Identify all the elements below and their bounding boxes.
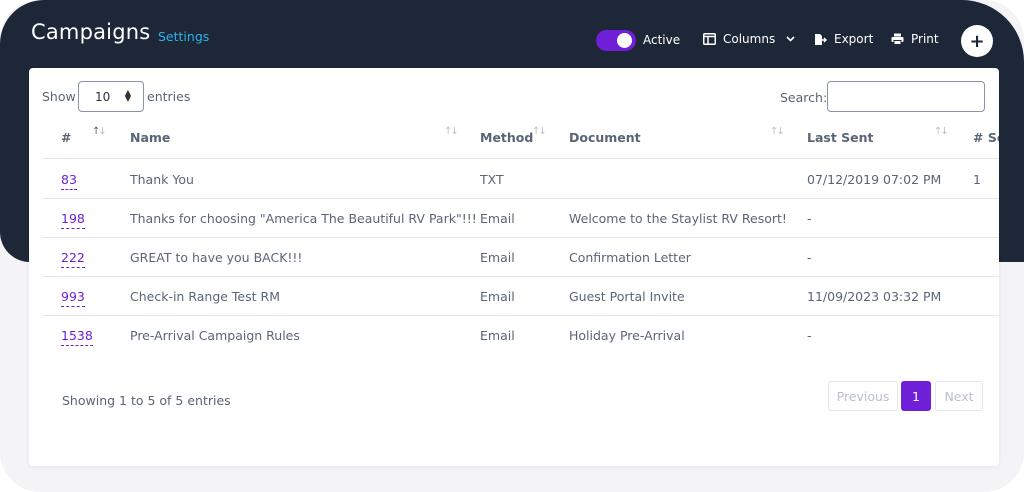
show-label: Show xyxy=(42,89,76,104)
campaign-last-sent: - xyxy=(807,250,812,265)
columns-label: Columns xyxy=(723,32,776,46)
campaign-method: Email xyxy=(480,289,515,304)
add-campaign-button[interactable]: + xyxy=(961,25,993,57)
print-button[interactable]: Print xyxy=(891,32,939,46)
columns-icon xyxy=(703,33,716,45)
active-toggle[interactable] xyxy=(596,30,636,51)
campaign-id-link[interactable]: 993 xyxy=(61,289,85,307)
column-header-name[interactable]: Name xyxy=(130,130,170,145)
page-1-button[interactable]: 1 xyxy=(901,381,931,411)
campaign-name: GREAT to have you BACK!!! xyxy=(130,250,303,265)
campaign-method: TXT xyxy=(480,172,504,187)
campaign-id-link[interactable]: 198 xyxy=(61,211,85,229)
table-row: 993 Check-in Range Test RM Email Guest P… xyxy=(42,277,999,316)
column-header-method[interactable]: Method xyxy=(480,130,533,145)
campaign-last-sent: - xyxy=(807,211,812,226)
campaign-last-sent: - xyxy=(807,328,812,343)
page-size-select[interactable]: 10 ▲ ▼ xyxy=(78,81,144,112)
columns-button[interactable]: Columns xyxy=(703,32,795,46)
campaign-method: Email xyxy=(480,328,515,343)
settings-link[interactable]: Settings xyxy=(158,29,209,44)
campaigns-card: Show 10 ▲ ▼ entries Search: # ↑↓ Name ↑↓ … xyxy=(29,68,999,466)
campaign-name: Thanks for choosing "America The Beautif… xyxy=(130,211,477,226)
campaign-document: Confirmation Letter xyxy=(569,250,691,265)
campaign-document: Guest Portal Invite xyxy=(569,289,685,304)
campaign-document: Welcome to the Staylist RV Resort! xyxy=(569,211,787,226)
campaign-document: Holiday Pre-Arrival xyxy=(569,328,685,343)
chevron-down-icon xyxy=(786,36,795,42)
sort-icon[interactable]: ↑↓ xyxy=(92,126,107,137)
sort-icon[interactable]: ↑↓ xyxy=(770,126,785,137)
column-header-id[interactable]: # xyxy=(61,130,71,145)
print-label: Print xyxy=(911,32,939,46)
previous-page-button[interactable]: Previous xyxy=(828,381,898,411)
campaign-method: Email xyxy=(480,211,515,226)
campaign-name: Pre-Arrival Campaign Rules xyxy=(130,328,300,343)
table-row: 1538 Pre-Arrival Campaign Rules Email Ho… xyxy=(42,316,999,355)
search-label: Search: xyxy=(780,90,828,105)
toggle-knob xyxy=(617,33,632,48)
sort-icon[interactable]: ↑↓ xyxy=(444,126,459,137)
campaign-sent-count: 1 xyxy=(973,172,981,187)
page-size-value: 10 xyxy=(95,89,111,104)
campaign-last-sent: 11/09/2023 03:32 PM xyxy=(807,289,942,304)
column-header-last-sent[interactable]: Last Sent xyxy=(807,130,874,145)
select-caret-icon: ▲ ▼ xyxy=(124,88,131,103)
entries-label: entries xyxy=(147,89,191,104)
export-label: Export xyxy=(834,32,874,46)
next-page-button[interactable]: Next xyxy=(935,381,983,411)
active-toggle-label: Active xyxy=(643,33,681,47)
sort-icon[interactable]: ↑↓ xyxy=(532,126,547,137)
table-info: Showing 1 to 5 of 5 entries xyxy=(62,393,231,408)
page-title: Campaigns xyxy=(31,20,151,44)
campaign-id-link[interactable]: 1538 xyxy=(61,328,93,346)
campaign-id-link[interactable]: 83 xyxy=(61,172,77,190)
campaign-name: Check-in Range Test RM xyxy=(130,289,280,304)
sort-icon[interactable]: ↑↓ xyxy=(934,126,949,137)
table-row: 198 Thanks for choosing "America The Bea… xyxy=(42,199,999,238)
plus-icon: + xyxy=(969,30,985,52)
table-row: 222 GREAT to have you BACK!!! Email Conf… xyxy=(42,238,999,277)
campaign-last-sent: 07/12/2019 07:02 PM xyxy=(807,172,942,187)
print-icon xyxy=(891,33,904,45)
campaign-name: Thank You xyxy=(130,172,194,187)
export-button[interactable]: Export xyxy=(814,32,873,46)
column-header-sent-count[interactable]: # Se xyxy=(973,130,999,145)
export-icon xyxy=(814,33,827,46)
search-input[interactable] xyxy=(827,81,985,112)
table-row: 83 Thank You TXT 07/12/2019 07:02 PM 1 xyxy=(42,160,999,199)
campaign-method: Email xyxy=(480,250,515,265)
table-header: # ↑↓ Name ↑↓ Method ↑↓ Document ↑↓ Last … xyxy=(42,116,999,159)
column-header-document[interactable]: Document xyxy=(569,130,641,145)
app-frame: Campaigns Settings Active Columns Export… xyxy=(0,0,1024,492)
campaign-id-link[interactable]: 222 xyxy=(61,250,85,268)
